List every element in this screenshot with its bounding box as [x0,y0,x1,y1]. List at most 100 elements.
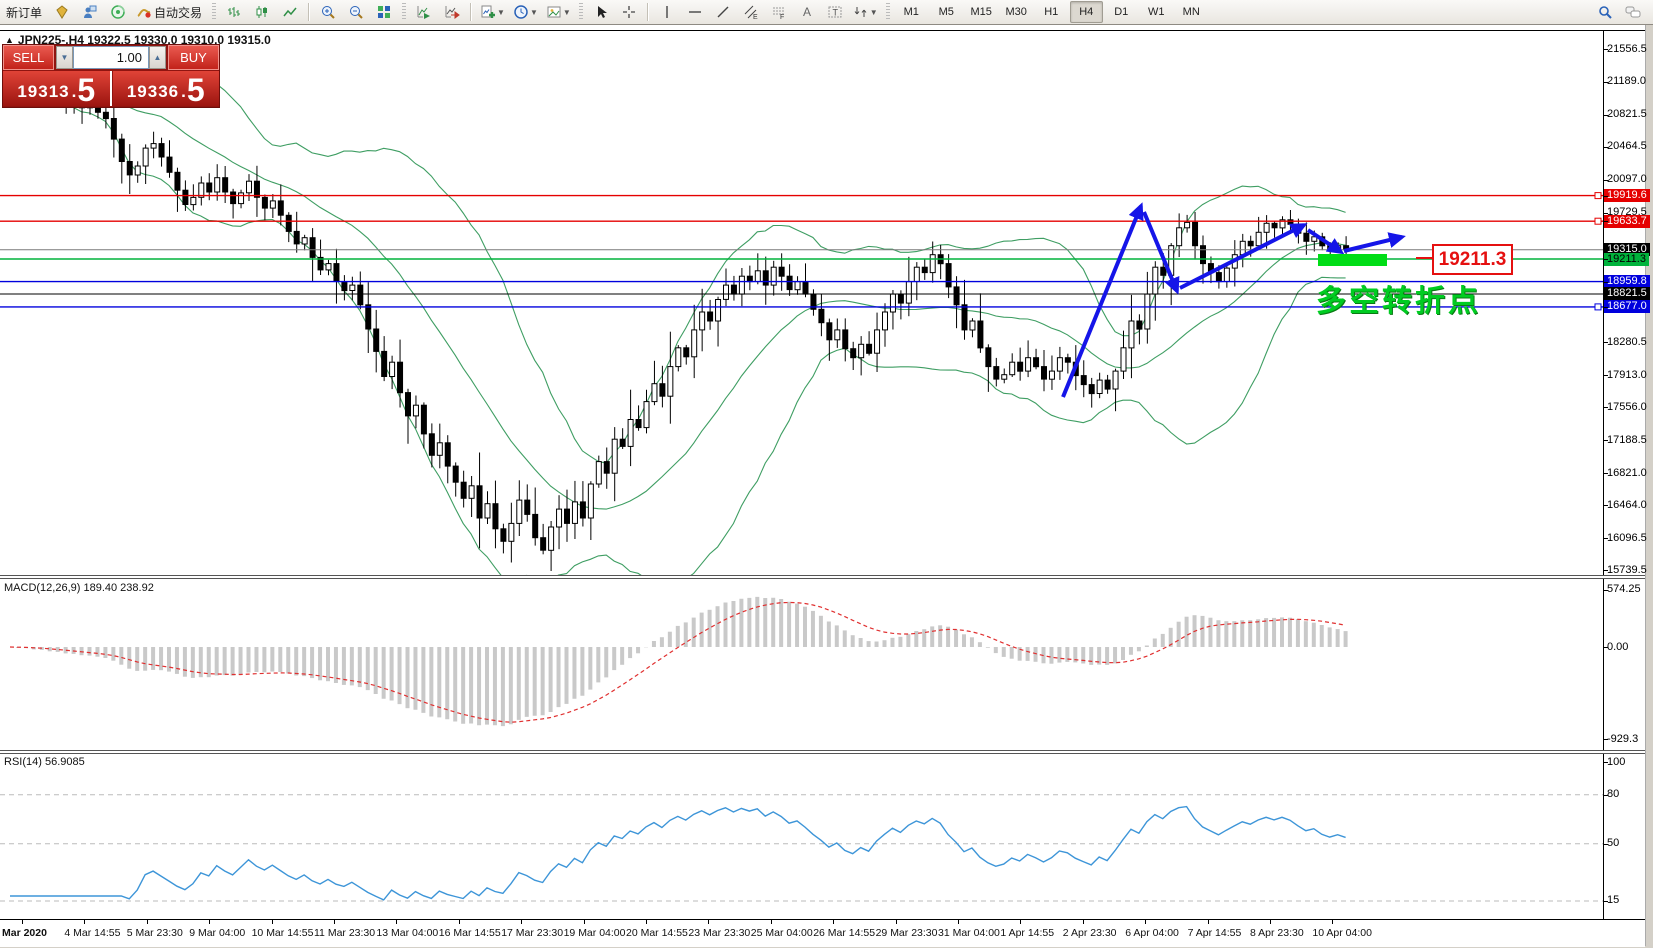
time-axis[interactable]: Mar 2020 4 Mar 14:55 5 Mar 23:30 9 Mar 04:0… [0,919,1645,947]
candle-body [1263,222,1270,233]
tile-windows-button[interactable] [371,1,397,23]
indicators-button[interactable]: ▼ [477,1,508,23]
buy-price[interactable]: 19336 . 5 [112,71,219,106]
candle-body [1009,361,1016,376]
volume-decrease-button[interactable]: ▼ [56,46,73,69]
toolbar-separator [308,3,311,21]
sell-price-dot: . [71,82,77,101]
candlestick-button[interactable] [249,1,275,23]
rsi-axis-label: 50 [1607,837,1620,850]
zigzag-arrow[interactable] [1343,232,1406,253]
zoom-in-button[interactable] [315,1,341,23]
time-axis-tick [209,920,211,924]
candle-body [269,200,276,209]
candle-body [301,237,308,245]
candle-body [619,438,626,447]
price-tick-label: 20821.5 [1607,108,1647,121]
market-watch-button[interactable] [49,1,75,23]
candle-body [1048,370,1055,380]
cn-annotation-text[interactable]: 多空转折点 [1316,276,1481,320]
trendline-button[interactable] [710,1,736,23]
vertical-line-button[interactable] [654,1,680,23]
candle-body [850,348,857,359]
buy-price-dot: . [181,82,186,101]
data-window-button[interactable] [105,1,131,23]
periods-button[interactable]: ▼ [510,1,541,23]
green-zone-annotation[interactable] [1318,254,1387,266]
price-tick-label: 17913.0 [1607,368,1647,381]
new-order-button[interactable]: 新订单 [1,1,47,23]
tf-m30-button[interactable]: M30 [1000,1,1033,23]
chat-button[interactable] [1620,1,1646,23]
text-label-button[interactable]: T [822,1,848,23]
search-button[interactable] [1592,1,1618,23]
candle-body [349,284,356,292]
rsi-canvas[interactable] [0,753,1603,919]
candle-body [1120,347,1127,372]
fibonacci-button[interactable]: F [766,1,792,23]
tf-label: M1 [903,6,919,18]
time-axis-label: Mar 2020 [2,927,47,939]
bar-chart-button[interactable] [221,1,247,23]
candle-body [1088,384,1095,395]
candle-body [961,304,968,331]
candle-body [524,499,531,515]
time-axis-tick [396,920,398,924]
svg-text:A: A [803,5,811,19]
price-tick-label: 21556.5 [1607,42,1647,55]
price-line-label: 19919.6 [1604,189,1650,203]
hline-handle[interactable] [1594,192,1602,200]
sell-price[interactable]: 19313 . 5 [3,71,112,106]
bar-chart-icon [226,4,242,20]
arrows-button[interactable]: ▼ [850,1,881,23]
tf-m5-button[interactable]: M5 [930,1,963,23]
tf-m15-button[interactable]: M15 [965,1,998,23]
text-button[interactable]: A [794,1,820,23]
templates-button[interactable]: ▼ [543,1,574,23]
tf-label: H4 [1079,6,1094,18]
macd-canvas[interactable] [0,578,1603,750]
cursor-button[interactable] [588,1,614,23]
price-tick-label: 21189.0 [1607,75,1646,88]
horizontal-line-button[interactable] [682,1,708,23]
buy-button[interactable]: BUY [168,45,219,70]
sell-price-frac: 5 [77,72,96,109]
tf-w1-button[interactable]: W1 [1140,1,1173,23]
time-axis-label: 13 Mar 04:00 [376,927,439,939]
candle-body [786,275,793,291]
time-axis-label: 4 Mar 14:55 [64,927,121,939]
hline-handle[interactable] [1594,303,1602,311]
navigator-button[interactable] [77,1,103,23]
price-callout[interactable]: 19211.3 [1432,244,1513,275]
candle-body [492,503,499,530]
candle-body [484,503,491,519]
volume-increase-button[interactable]: ▲ [149,46,166,69]
auto-trading-button[interactable]: 自动交易 [133,1,207,23]
tf-d1-button[interactable]: D1 [1105,1,1138,23]
candle-body [1255,231,1262,247]
vertical-line-icon [659,4,675,20]
tf-m1-button[interactable]: M1 [895,1,928,23]
line-chart-button[interactable] [277,1,303,23]
crosshair-button[interactable] [616,1,642,23]
buy-price-main: 19336 [126,82,180,101]
tf-h4-button[interactable]: H4 [1069,1,1103,23]
candle-body [778,266,785,277]
chart-shift-button[interactable] [439,1,465,23]
candle-body [277,200,284,216]
zoom-out-icon [348,4,364,20]
sell-button[interactable]: SELL [3,45,54,70]
toolbar-separator [470,3,473,21]
volume-input[interactable]: 1.00 [73,46,149,69]
time-axis-label: 19 Mar 04:00 [563,927,626,939]
auto-scroll-button[interactable] [411,1,437,23]
equidistant-channel-button[interactable]: E [738,1,764,23]
time-axis-label: 29 Mar 23:30 [875,927,938,939]
candle-body [1017,361,1024,372]
candle-body [142,147,149,167]
candle-body [412,404,419,417]
tf-mn-button[interactable]: MN [1175,1,1208,23]
tf-h1-button[interactable]: H1 [1035,1,1068,23]
hline-handle[interactable] [1594,217,1602,225]
zoom-out-button[interactable] [343,1,369,23]
